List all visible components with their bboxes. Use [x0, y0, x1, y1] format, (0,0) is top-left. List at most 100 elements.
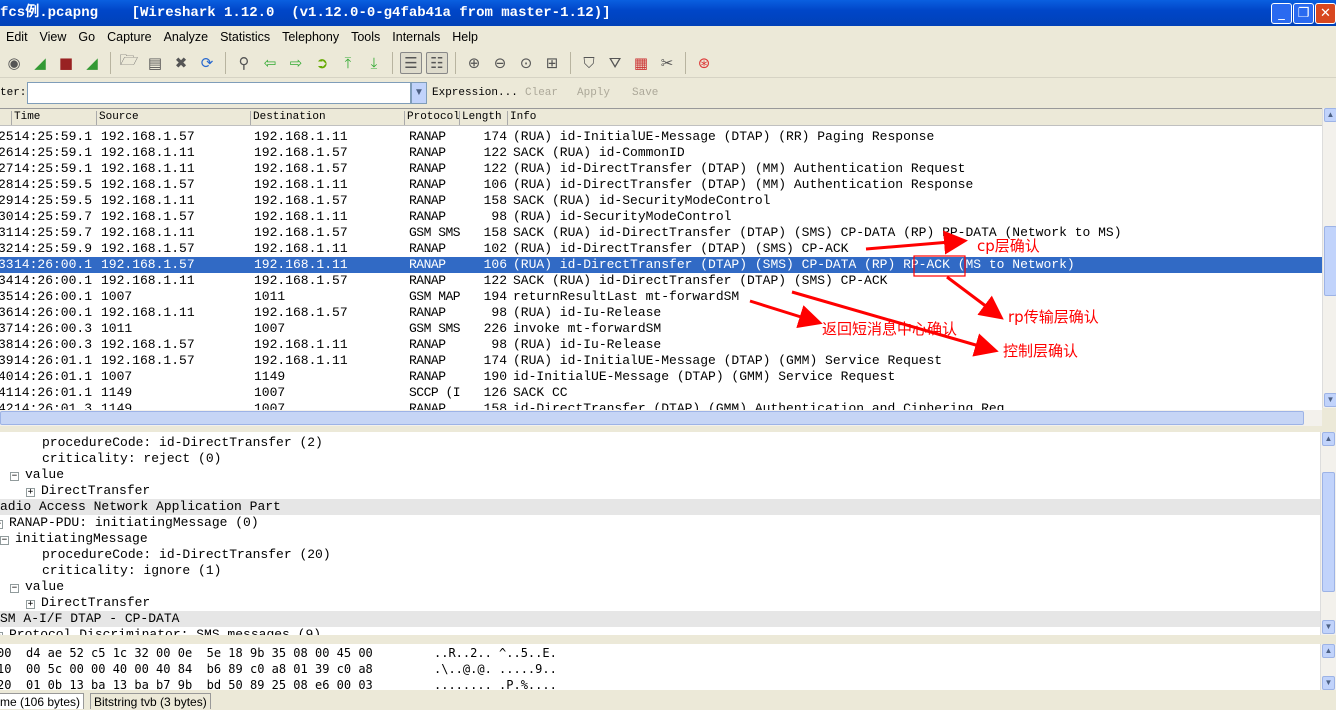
scroll-thumb[interactable]: [1324, 226, 1336, 296]
packet-row[interactable]: 3014:25:59.7 192.168.1.57 192.168.1.11 RANA…: [0, 209, 1322, 225]
packet-row[interactable]: 2614:25:59.1 192.168.1.11 192.168.1.57 RANA…: [0, 145, 1322, 161]
last-packet-button[interactable]: ⤓: [363, 52, 385, 74]
tree-item[interactable]: procedureCode: id-DirectTransfer (2): [42, 435, 323, 451]
collapse-icon[interactable]: −: [10, 472, 19, 481]
hscroll-thumb[interactable]: [0, 411, 1304, 425]
normal-size-button[interactable]: ⊙: [515, 52, 537, 74]
tree-item[interactable]: − value: [10, 467, 64, 483]
packet-list-scrollbar[interactable]: ▲ ▼: [1322, 108, 1336, 408]
packet-row[interactable]: 3114:25:59.7 192.168.1.11 192.168.1.57 GSM …: [0, 225, 1322, 241]
tree-item[interactable]: criticality: reject (0): [42, 451, 221, 467]
bytes-scrollbar[interactable]: ▲ ▼: [1320, 644, 1336, 690]
hex-bytes[interactable]: d4 ae 52 c5 1c 32 00 0e 5e 18 9b 35 08 0…: [26, 647, 373, 659]
packet-row[interactable]: 3214:25:59.9 192.168.1.57 192.168.1.11 RANA…: [0, 241, 1322, 257]
tree-item[interactable]: procedureCode: id-DirectTransfer (20): [42, 547, 331, 563]
packet-row[interactable]: 2814:25:59.5 192.168.1.57 192.168.1.11 RANA…: [0, 177, 1322, 193]
close-button[interactable]: ✕: [1315, 3, 1336, 24]
save-button[interactable]: Save: [632, 87, 658, 99]
hex-bytes[interactable]: 00 5c 00 00 40 00 40 84 b6 89 c0 a8 01 3…: [26, 663, 373, 675]
menu-tools[interactable]: Tools: [345, 30, 386, 44]
tree-item[interactable]: criticality: ignore (1): [42, 563, 221, 579]
column-destination[interactable]: Destination: [250, 111, 326, 125]
tree-item[interactable]: adio Access Network Application Part: [0, 499, 1320, 515]
tree-item[interactable]: − value: [10, 579, 64, 595]
expand-icon[interactable]: +: [26, 600, 35, 609]
packet-row[interactable]: 2714:25:59.1 192.168.1.11 192.168.1.57 RANA…: [0, 161, 1322, 177]
zoom-out-button[interactable]: ⊖: [489, 52, 511, 74]
packet-row[interactable]: 3314:26:00.1 192.168.1.57 192.168.1.11 RANA…: [0, 257, 1322, 273]
hex-off[interactable]: 10: [0, 663, 11, 675]
menu-capture[interactable]: Capture: [101, 30, 157, 44]
collapse-icon[interactable]: −: [10, 584, 19, 593]
tab-frame[interactable]: me (106 bytes): [0, 693, 85, 709]
packet-row[interactable]: 3914:26:01.1 192.168.1.57 192.168.1.11 RANA…: [0, 353, 1322, 369]
scroll-down-button[interactable]: ▼: [1322, 676, 1335, 690]
packet-row[interactable]: 3614:26:00.1 192.168.1.11 192.168.1.57 RANA…: [0, 305, 1322, 321]
expand-icon[interactable]: +: [26, 488, 35, 497]
resize-columns-button[interactable]: ⊞: [541, 52, 563, 74]
packet-row[interactable]: 3714:26:00.3 1011 1007 GSM SMS 226 invoke mt-…: [0, 321, 1322, 337]
menu-internals[interactable]: Internals: [386, 30, 446, 44]
packet-list-hscrollbar[interactable]: [0, 410, 1322, 426]
tree-item[interactable]: + Protocol Discriminator: SMS messages (9…: [0, 627, 321, 635]
packet-row[interactable]: 4014:26:01.1 1007 1149 RANAP 190 id-InitialUE…: [0, 369, 1322, 385]
menu-telephony[interactable]: Telephony: [276, 30, 345, 44]
packet-row[interactable]: 2514:25:59.1 192.168.1.57 192.168.1.11 RANA…: [0, 129, 1322, 145]
help-button[interactable]: ⊛: [693, 52, 715, 74]
tree-item[interactable]: + DirectTransfer: [26, 595, 150, 611]
hex-bytes[interactable]: 01 0b 13 ba 13 ba b7 9b bd 50 89 25 08 e…: [26, 679, 373, 690]
expression-button[interactable]: Expression...: [432, 87, 518, 99]
capture-filters-button[interactable]: ⛉: [578, 52, 600, 74]
details-scrollbar[interactable]: ▲ ▼: [1320, 432, 1336, 635]
packet-row[interactable]: 4114:26:01.1 1149 1007 SCCP (I 126 SACK CC: [0, 385, 1322, 401]
find-button[interactable]: ⚲: [233, 52, 255, 74]
packet-row[interactable]: 4214:26:01.3 1149 1007 RANAP 158 id-DirectTra…: [0, 401, 1322, 410]
tree-item[interactable]: −RANAP-PDU: initiatingMessage (0): [0, 515, 259, 531]
packet-row[interactable]: 3814:26:00.3 192.168.1.57 192.168.1.11 RANA…: [0, 337, 1322, 353]
scroll-down-button[interactable]: ▼: [1322, 620, 1335, 634]
menu-view[interactable]: View: [34, 30, 73, 44]
display-filter-input[interactable]: [27, 82, 411, 104]
hex-ascii[interactable]: ........ .P.%....: [434, 679, 557, 690]
display-filters-button[interactable]: ⛛: [604, 52, 626, 74]
scroll-up-button[interactable]: ▲: [1322, 644, 1335, 658]
packet-row[interactable]: 2914:25:59.5 192.168.1.11 192.168.1.57 RANA…: [0, 193, 1322, 209]
interfaces-button[interactable]: ◉: [3, 52, 25, 74]
expand-icon[interactable]: +: [0, 632, 3, 635]
filter-dropdown-button[interactable]: ▼: [411, 82, 427, 104]
tab-bitstring-tvb[interactable]: Bitstring tvb (3 bytes): [90, 693, 211, 709]
close-file-button[interactable]: ✖: [170, 52, 192, 74]
hex-off[interactable]: 20: [0, 679, 11, 690]
scroll-thumb[interactable]: [1322, 472, 1335, 592]
hex-off[interactable]: 00: [0, 647, 11, 659]
column-protocol[interactable]: Protocol: [404, 111, 460, 125]
tree-item[interactable]: − initiatingMessage: [0, 531, 148, 547]
packet-row[interactable]: 3514:26:00.1 1007 1011 GSM MAP 194 returnResu…: [0, 289, 1322, 305]
save-file-button[interactable]: ▤: [144, 52, 166, 74]
apply-button[interactable]: Apply: [577, 87, 610, 99]
column-time[interactable]: Time: [11, 111, 40, 125]
menu-statistics[interactable]: Statistics: [214, 30, 276, 44]
go-to-packet-button[interactable]: ➲: [311, 52, 333, 74]
preferences-button[interactable]: ✂: [656, 52, 678, 74]
maximize-button[interactable]: ❐: [1293, 3, 1314, 24]
clear-button[interactable]: Clear: [525, 87, 558, 99]
hex-ascii[interactable]: ..R..2.. ^..5..E.: [434, 647, 557, 659]
open-file-button[interactable]: 🗁: [118, 51, 140, 74]
menu-go[interactable]: Go: [72, 30, 101, 44]
menu-edit[interactable]: Edit: [0, 30, 34, 44]
column-length[interactable]: Length: [459, 111, 502, 125]
collapse-icon[interactable]: −: [0, 520, 3, 529]
scroll-down-button[interactable]: ▼: [1324, 393, 1336, 407]
scroll-up-button[interactable]: ▲: [1324, 108, 1336, 122]
tree-item[interactable]: SM A-I/F DTAP - CP-DATA: [0, 611, 1320, 627]
back-button[interactable]: ⇦: [259, 52, 281, 74]
scroll-up-button[interactable]: ▲: [1322, 432, 1335, 446]
coloring-rules-button[interactable]: ▦: [630, 52, 652, 74]
forward-button[interactable]: ⇨: [285, 52, 307, 74]
first-packet-button[interactable]: ⤒: [337, 52, 359, 74]
tree-item[interactable]: + DirectTransfer: [26, 483, 150, 499]
reload-button[interactable]: ⟳: [196, 52, 218, 74]
hex-ascii[interactable]: .\..@.@. .....9..: [434, 663, 557, 675]
menu-help[interactable]: Help: [446, 30, 484, 44]
